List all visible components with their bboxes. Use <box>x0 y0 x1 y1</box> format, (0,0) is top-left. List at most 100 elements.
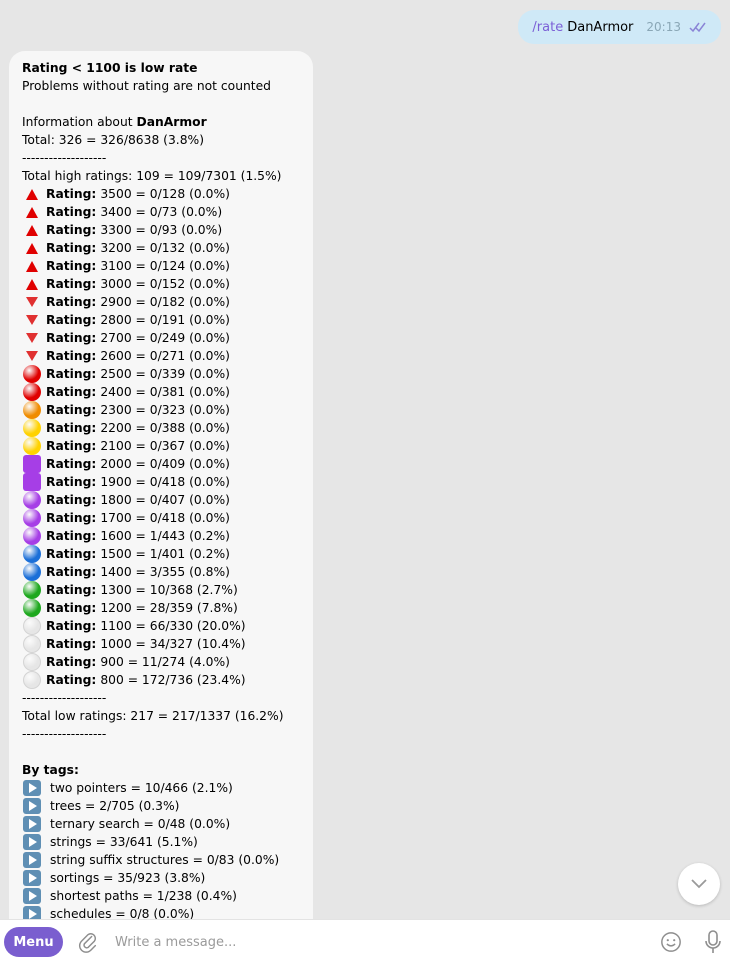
rating-row: Rating: 3000 = 0/152 (0.0%) <box>22 275 313 293</box>
rating-value: 1200 = 28/359 (7.8%) <box>100 601 238 615</box>
rating-row: Rating: 1500 = 1/401 (0.2%) <box>22 545 313 563</box>
rating-row: Rating: 1600 = 1/443 (0.2%) <box>22 527 313 545</box>
rating-row: Rating: 3400 = 0/73 (0.0%) <box>22 203 313 221</box>
rating-value: 1100 = 66/330 (20.0%) <box>100 619 246 633</box>
rating-value: 1400 = 3/355 (0.8%) <box>100 565 230 579</box>
tag-value: strings = 33/641 (5.1%) <box>50 835 198 849</box>
play-button-icon <box>22 779 42 797</box>
message-input[interactable] <box>113 933 660 951</box>
rating-row: Rating: 2900 = 0/182 (0.0%) <box>22 293 313 311</box>
info-user: DanArmor <box>136 115 207 129</box>
rating-label: Rating: <box>46 331 97 345</box>
purple-square-icon <box>22 473 42 491</box>
red-triangle-up-icon <box>22 221 42 239</box>
rating-label: Rating: <box>46 583 97 597</box>
rating-value: 2500 = 0/339 (0.0%) <box>100 367 230 381</box>
tag-row: string suffix structures = 0/83 (0.0%) <box>22 851 313 869</box>
rating-value: 2200 = 0/388 (0.0%) <box>100 421 230 435</box>
red-triangle-up-icon <box>22 275 42 293</box>
rating-label: Rating: <box>46 187 97 201</box>
rating-row: Rating: 1100 = 66/330 (20.0%) <box>22 617 313 635</box>
rating-value: 2400 = 0/381 (0.0%) <box>100 385 230 399</box>
rating-row: Rating: 900 = 11/274 (4.0%) <box>22 653 313 671</box>
rating-label: Rating: <box>46 277 97 291</box>
tag-row: shortest paths = 1/238 (0.4%) <box>22 887 313 905</box>
info-prefix: Information about <box>22 115 137 129</box>
rating-label: Rating: <box>46 493 97 507</box>
rating-row: Rating: 1900 = 0/418 (0.0%) <box>22 473 313 491</box>
total-line: Total: 326 = 326/8638 (3.8%) <box>22 133 205 147</box>
rating-value: 1800 = 0/407 (0.0%) <box>100 493 230 507</box>
purple-circle-icon <box>22 491 42 509</box>
note-line: Problems without rating are not counted <box>22 79 271 93</box>
tag-row: schedules = 0/8 (0.0%) <box>22 905 313 919</box>
red-triangle-down-icon <box>22 293 42 311</box>
white-circle-icon <box>22 635 42 653</box>
white-circle-icon <box>22 653 42 671</box>
rating-value: 1900 = 0/418 (0.0%) <box>100 475 230 489</box>
paperclip-icon[interactable] <box>77 931 99 953</box>
play-button-icon <box>22 797 42 815</box>
tag-row: ternary search = 0/48 (0.0%) <box>22 815 313 833</box>
rating-value: 1600 = 1/443 (0.2%) <box>100 529 230 543</box>
separator: ------------------- <box>22 727 107 741</box>
rating-row: Rating: 2700 = 0/249 (0.0%) <box>22 329 313 347</box>
blue-circle-icon <box>22 563 42 581</box>
rating-row: Rating: 3300 = 0/93 (0.0%) <box>22 221 313 239</box>
tag-row: two pointers = 10/466 (2.1%) <box>22 779 313 797</box>
rating-label: Rating: <box>46 349 97 363</box>
scroll-down-button[interactable] <box>678 863 720 905</box>
rating-value: 1300 = 10/368 (2.7%) <box>100 583 238 597</box>
rating-row: Rating: 1300 = 10/368 (2.7%) <box>22 581 313 599</box>
incoming-message: Rating < 1100 is low rate Problems witho… <box>9 51 313 919</box>
rating-value: 3000 = 0/152 (0.0%) <box>100 277 230 291</box>
red-triangle-up-icon <box>22 257 42 275</box>
tag-value: shortest paths = 1/238 (0.4%) <box>50 889 237 903</box>
separator: ------------------- <box>22 691 107 705</box>
rating-row: Rating: 1000 = 34/327 (10.4%) <box>22 635 313 653</box>
red-triangle-down-icon <box>22 347 42 365</box>
red-triangle-down-icon <box>22 329 42 347</box>
white-circle-icon <box>22 671 42 689</box>
tag-value: sortings = 35/923 (3.8%) <box>50 871 206 885</box>
rating-row: Rating: 2800 = 0/191 (0.0%) <box>22 311 313 329</box>
play-button-icon <box>22 815 42 833</box>
purple-circle-icon <box>22 509 42 527</box>
emoji-icon[interactable] <box>660 931 682 953</box>
rating-label: Rating: <box>46 439 97 453</box>
tag-row: strings = 33/641 (5.1%) <box>22 833 313 851</box>
rating-label: Rating: <box>46 673 97 687</box>
rating-label: Rating: <box>46 313 97 327</box>
blue-circle-icon <box>22 545 42 563</box>
rating-value: 3400 = 0/73 (0.0%) <box>100 205 223 219</box>
rating-label: Rating: <box>46 637 97 651</box>
rating-value: 900 = 11/274 (4.0%) <box>100 655 230 669</box>
by-tags-line: By tags: <box>22 761 313 779</box>
red-circle-icon <box>22 383 42 401</box>
rating-row: Rating: 1200 = 28/359 (7.8%) <box>22 599 313 617</box>
rating-row: Rating: 1400 = 3/355 (0.8%) <box>22 563 313 581</box>
rating-label: Rating: <box>46 295 97 309</box>
rating-value: 2000 = 0/409 (0.0%) <box>100 457 230 471</box>
microphone-icon[interactable] <box>704 930 722 954</box>
command-link[interactable]: /rate <box>532 20 563 35</box>
rating-value: 3200 = 0/132 (0.0%) <box>100 241 230 255</box>
purple-circle-icon <box>22 527 42 545</box>
outgoing-message[interactable]: /rate DanArmor 20:13 <box>518 10 721 44</box>
chevron-down-icon <box>691 879 707 889</box>
rating-label: Rating: <box>46 421 97 435</box>
orange-circle-icon <box>22 401 42 419</box>
green-circle-icon <box>22 599 42 617</box>
play-button-icon <box>22 833 42 851</box>
red-triangle-up-icon <box>22 185 42 203</box>
rating-row: Rating: 2000 = 0/409 (0.0%) <box>22 455 313 473</box>
rating-label: Rating: <box>46 403 97 417</box>
red-triangle-up-icon <box>22 203 42 221</box>
total-high-line: Total high ratings: 109 = 109/7301 (1.5%… <box>22 169 282 183</box>
rating-label: Rating: <box>46 547 97 561</box>
play-button-icon <box>22 887 42 905</box>
red-triangle-down-icon <box>22 311 42 329</box>
menu-button[interactable]: Menu <box>4 927 63 957</box>
rating-label: Rating: <box>46 565 97 579</box>
